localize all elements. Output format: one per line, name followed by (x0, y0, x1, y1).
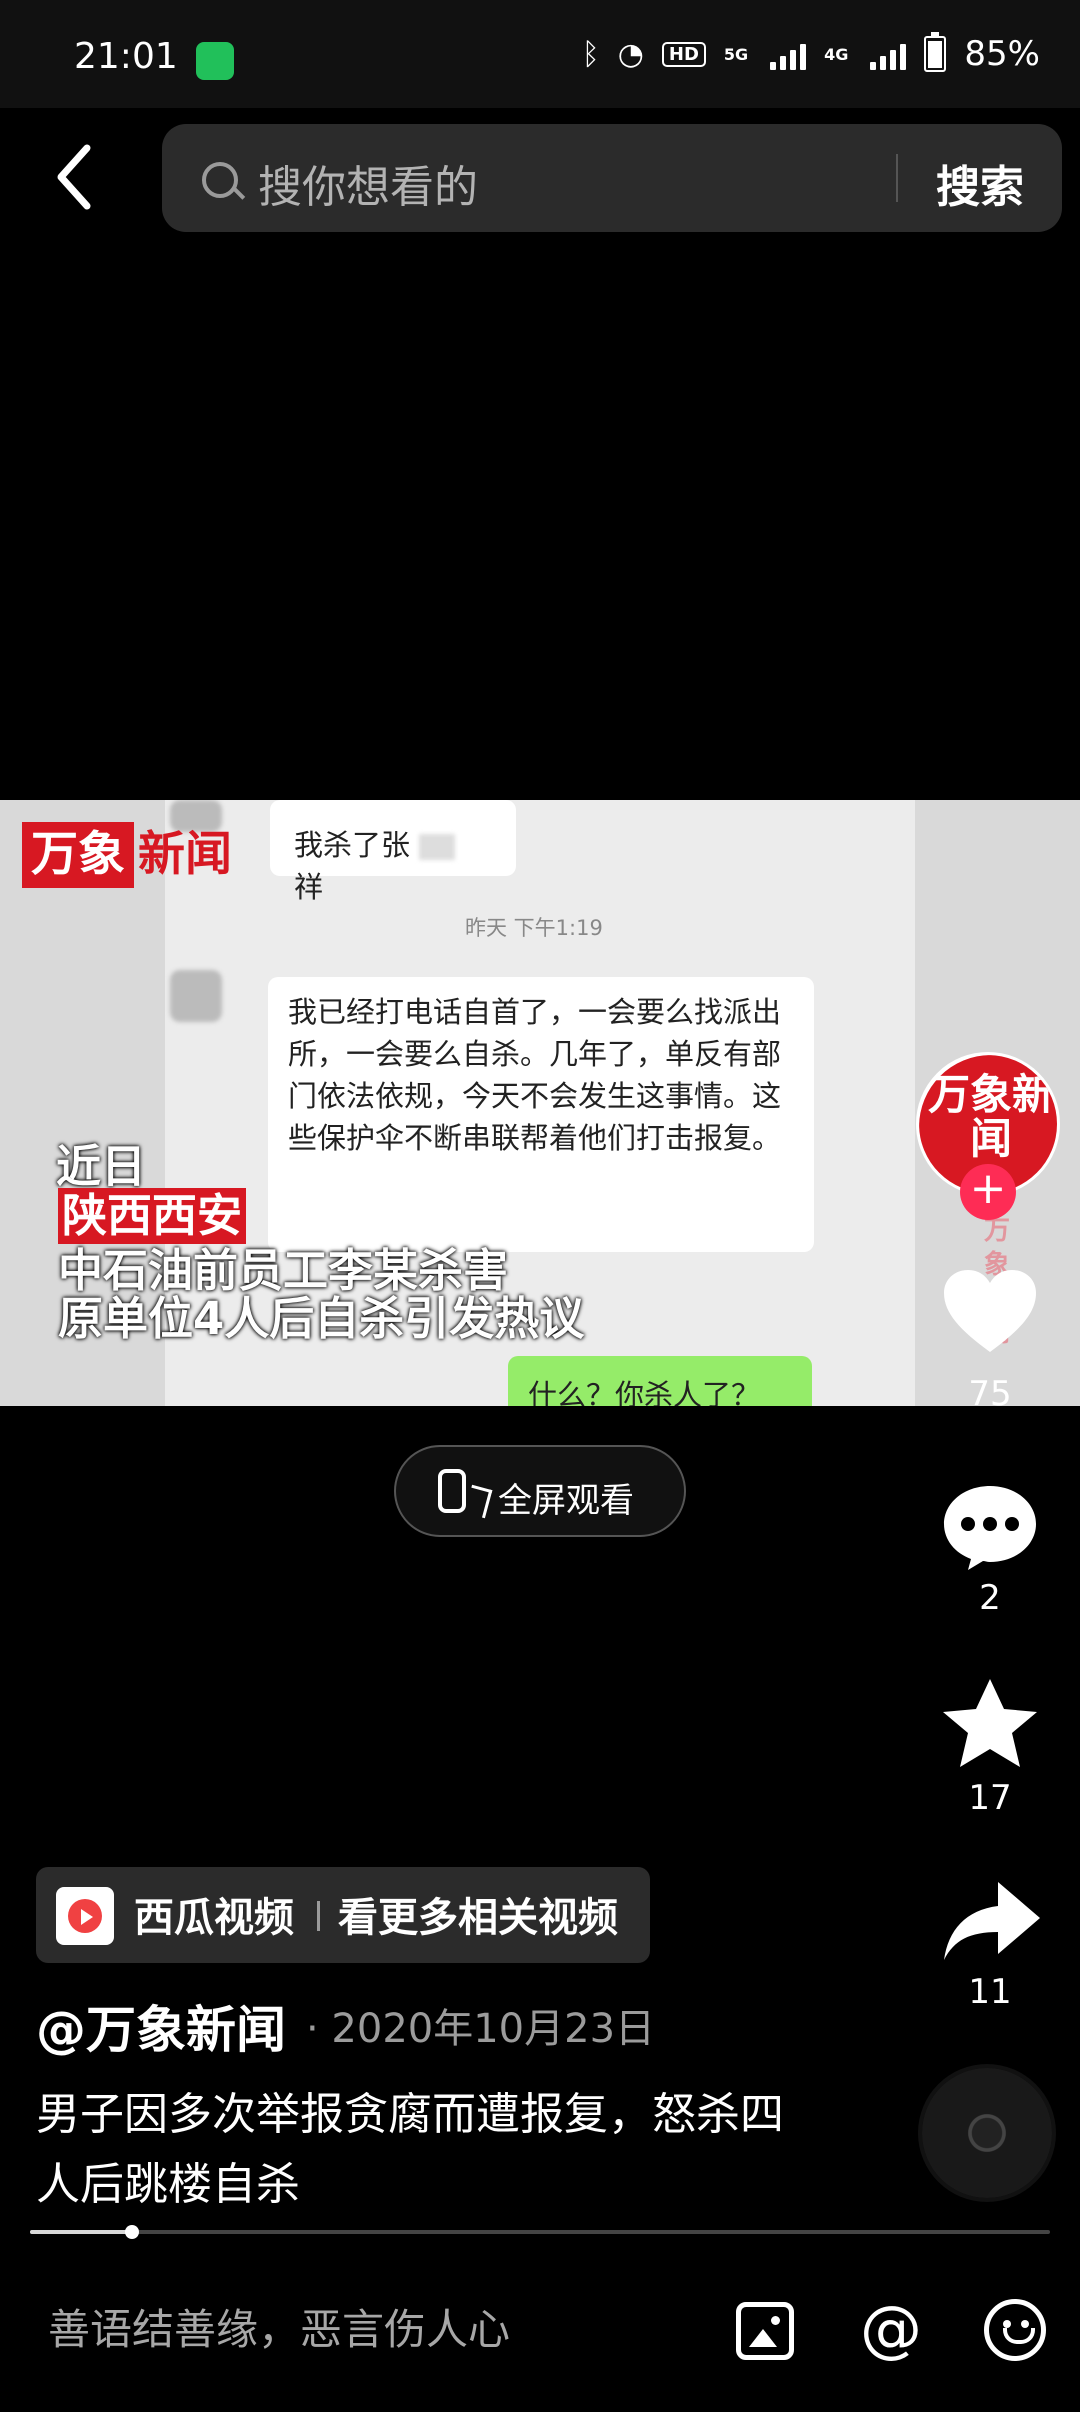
signal-5g-icon (770, 38, 807, 70)
network-4g-label: 4G (824, 44, 849, 64)
network-5g-label: 5G (723, 44, 749, 64)
video-progress-handle[interactable] (125, 2225, 139, 2239)
search-button[interactable]: 搜索 (936, 151, 1024, 215)
source-app-name: 西瓜视频 (134, 1895, 294, 1941)
blurred-name (419, 834, 456, 860)
comment-count: 2 (979, 1578, 1001, 1618)
status-icons: ᛒ ◔ HD 5G 4G 85% (581, 32, 1040, 74)
status-bar: 21:01 ᛒ ◔ HD 5G 4G 85% (0, 0, 1080, 108)
emoji-icon[interactable] (984, 2299, 1046, 2361)
battery-percent: 85% (964, 34, 1040, 74)
comment-input[interactable]: 善语结善缘，恶言伤人心 (48, 2296, 510, 2357)
xigua-video-link[interactable]: 西瓜视频 看更多相关视频 (36, 1867, 650, 1963)
like-count: 75 (968, 1374, 1012, 1414)
chat-message-top-text: 我杀了张 (294, 828, 411, 862)
follow-button[interactable]: + (960, 1164, 1016, 1220)
chat-avatar (170, 970, 222, 1022)
chat-message-reply: 什么？你杀人了？ (508, 1356, 812, 1406)
search-bar[interactable]: 搜你想看的 搜索 (162, 124, 1062, 232)
post-date: · 2020年10月23日 (306, 2006, 656, 2052)
search-input[interactable]: 搜你想看的 (258, 151, 478, 215)
news-logo-right: 新闻 (138, 827, 232, 882)
fullscreen-label: 全屏观看 (498, 1481, 634, 1521)
wifi-icon: ◔ (617, 36, 644, 72)
fullscreen-button[interactable]: 全屏观看 (394, 1445, 686, 1537)
signal-4g-icon (870, 38, 907, 70)
comment-bubble-icon[interactable] (940, 1480, 1040, 1570)
video-caption-line-1: 近日 (56, 1140, 147, 1193)
phone-call-icon (196, 42, 234, 80)
chat-message-top: 我杀了张 祥 (270, 800, 516, 904)
share-count: 11 (968, 1972, 1012, 2012)
post-description-line-2: 人后跳楼自杀 (36, 2159, 300, 2210)
chat-timestamp: 昨天 下午1:19 (465, 916, 603, 940)
phone-rotate-icon (438, 1469, 466, 1513)
post-description-line-1: 男子因多次举报贪腐而遭报复，怒杀四 (36, 2089, 784, 2140)
battery-icon (924, 32, 947, 72)
status-time: 21:01 (74, 36, 178, 77)
source-link-text: 看更多相关视频 (338, 1895, 618, 1941)
star-icon[interactable] (938, 1675, 1042, 1775)
source-divider (317, 1901, 320, 1931)
xigua-video-icon (56, 1887, 114, 1945)
search-icon (202, 162, 238, 198)
search-divider (896, 154, 898, 202)
chat-message-top-suffix: 祥 (294, 870, 324, 904)
share-arrow-icon[interactable] (940, 1876, 1044, 1964)
news-logo: 万象 新闻 (22, 822, 258, 888)
bluetooth-icon: ᛒ (581, 36, 600, 72)
favorite-count: 17 (968, 1778, 1012, 1818)
author-name[interactable]: @万象新闻 (36, 1990, 286, 2062)
video-progress-fill (30, 2230, 132, 2234)
heart-icon[interactable] (940, 1268, 1040, 1358)
at-icon[interactable]: @ (860, 2292, 922, 2365)
news-logo-left: 万象 (22, 822, 134, 888)
image-icon[interactable] (736, 2302, 794, 2360)
video-progress-bar[interactable] (30, 2225, 1050, 2239)
video-caption-line-4: 原单位4人后自杀引发热议 (58, 1292, 585, 1345)
hd-voice-icon: HD (661, 41, 706, 67)
music-disc-icon[interactable] (922, 2068, 1052, 2198)
chat-message-main: 我已经打电话自首了，一会要么找派出所，一会要么自杀。几年了，单反有部门依法依规，… (268, 977, 814, 1252)
chevron-left-icon[interactable] (42, 142, 112, 212)
